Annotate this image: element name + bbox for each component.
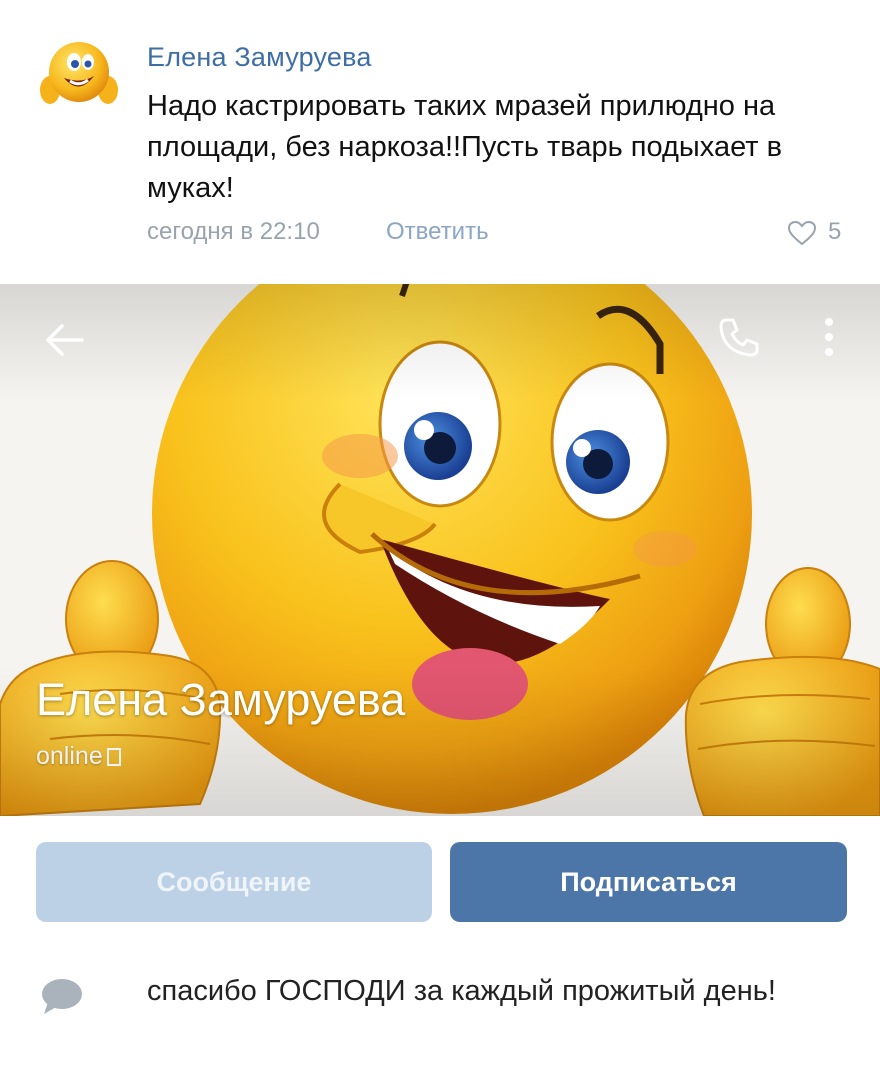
message-button[interactable]: Сообщение	[36, 842, 432, 922]
online-status-text: online	[36, 742, 103, 770]
like-count: 5	[828, 218, 842, 245]
reply-button[interactable]: Ответить	[386, 218, 489, 246]
profile-name: Елена Замуруева	[36, 674, 406, 725]
status-text: спасибо ГОСПОДИ за каждый прожитый день!	[147, 975, 776, 1007]
avatar[interactable]	[36, 34, 122, 114]
comment-text: Надо кастрировать таких мразей прилюдно …	[147, 90, 782, 204]
arrow-left-icon[interactable]	[42, 318, 86, 362]
subscribe-button[interactable]: Подписаться	[450, 842, 847, 922]
online-status: online	[36, 742, 121, 771]
comment-card: Елена Замуруева Надо кастрировать таких …	[0, 0, 880, 284]
speech-bubble-icon	[42, 979, 82, 1014]
comment-timestamp: сегодня в 22:10	[147, 218, 320, 245]
comment-author[interactable]: Елена Замуруева	[147, 42, 372, 73]
cover-shade	[0, 284, 880, 816]
more-vertical-icon[interactable]	[816, 314, 842, 360]
phone-icon[interactable]	[716, 314, 762, 360]
device-icon	[106, 748, 121, 766]
heart-icon[interactable]	[787, 220, 817, 246]
profile-header: Елена Замуруева online	[0, 284, 880, 816]
